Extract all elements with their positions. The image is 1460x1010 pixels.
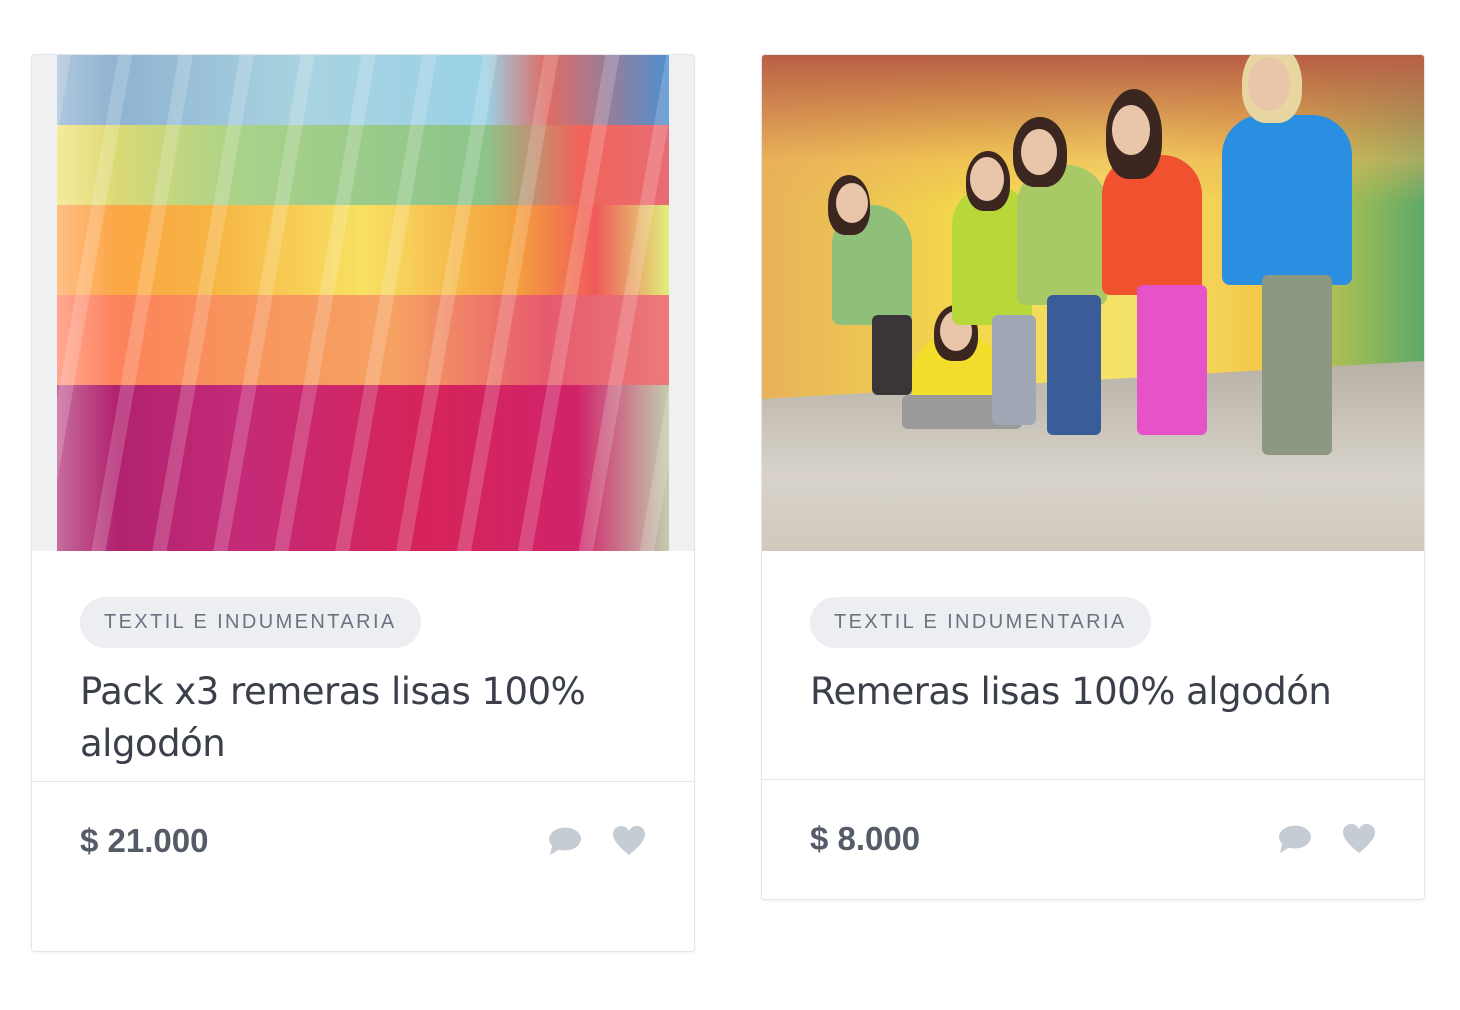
product-card[interactable]: TEXTIL E INDUMENTARIA Pack x3 remeras li… (31, 54, 695, 952)
product-price: $ 8.000 (810, 820, 921, 857)
product-image[interactable] (32, 55, 694, 551)
heart-icon[interactable] (612, 824, 646, 858)
product-image[interactable] (762, 55, 1424, 551)
product-card[interactable]: TEXTIL E INDUMENTARIA Remeras lisas 100%… (761, 54, 1425, 900)
card-actions (548, 824, 646, 858)
card-footer: $ 21.000 (32, 782, 694, 900)
comment-icon[interactable] (548, 824, 582, 858)
kids-photo (762, 55, 1424, 551)
comment-icon[interactable] (1278, 822, 1312, 856)
card-footer: $ 8.000 (762, 780, 1424, 898)
category-badge[interactable]: TEXTIL E INDUMENTARIA (810, 597, 1151, 648)
tshirts-photo (57, 55, 669, 551)
card-body: TEXTIL E INDUMENTARIA Remeras lisas 100%… (762, 551, 1424, 779)
product-title[interactable]: Pack x3 remeras lisas 100% algodón (80, 666, 646, 770)
heart-icon[interactable] (1342, 822, 1376, 856)
card-actions (1278, 822, 1376, 856)
product-title[interactable]: Remeras lisas 100% algodón (810, 666, 1376, 718)
card-body: TEXTIL E INDUMENTARIA Pack x3 remeras li… (32, 551, 694, 781)
category-badge[interactable]: TEXTIL E INDUMENTARIA (80, 597, 421, 648)
product-price: $ 21.000 (80, 822, 209, 859)
